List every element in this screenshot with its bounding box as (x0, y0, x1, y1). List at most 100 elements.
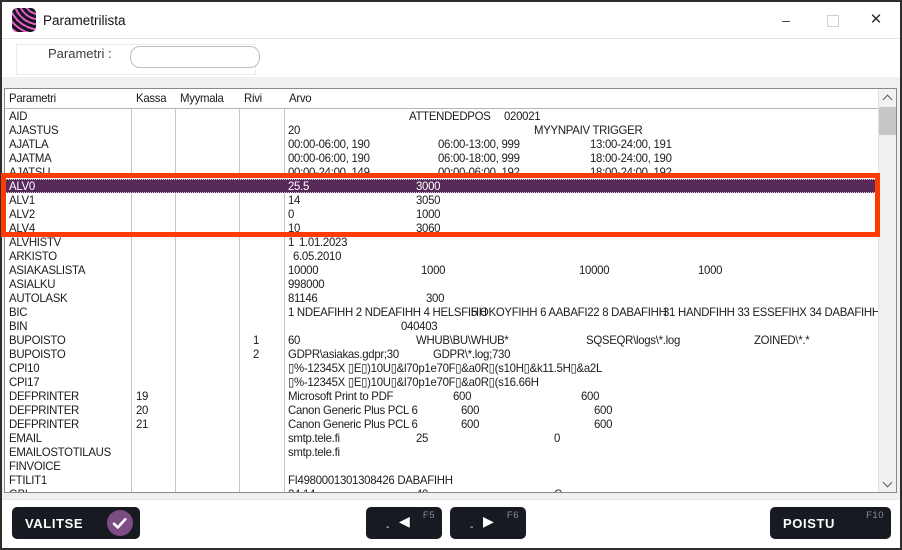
cell-arvo: 600 (581, 389, 599, 403)
cell-parametri: ALV1 (9, 193, 35, 207)
table-row[interactable]: ALV4103060 (5, 221, 877, 235)
cell-parametri: ALVHISTV (9, 235, 61, 249)
cell-arvo: 10000 (579, 263, 609, 277)
table-row[interactable]: FINVOICE (5, 459, 877, 473)
app-icon (12, 8, 36, 32)
table-row[interactable]: CPI10▯%-12345X ▯E▯)10U▯&l70p1e70F▯&a0R▯(… (5, 361, 877, 375)
cell-parametri: DEFPRINTER (9, 417, 79, 431)
cell-arvo: 20 (288, 123, 300, 137)
minimize-button[interactable]: – (766, 2, 806, 38)
cell-arvo: 5 OKOYFIHH 6 AABAFI22 8 DABAFIHH (471, 305, 667, 319)
maximize-button[interactable] (812, 2, 852, 38)
table-row[interactable]: EMAILOSTOTILAUSsmtp.tele.fi (5, 445, 877, 459)
scroll-down-button[interactable] (879, 475, 896, 492)
next-button[interactable]: - ▶ F6 (450, 507, 526, 539)
valitse-button[interactable]: VALITSE (12, 507, 140, 539)
cell-parametri: BUPOISTO (9, 347, 65, 361)
table-row[interactable]: CPI17 ▯%-12345X ▯E▯)10U▯&l70p1e70F▯&a0R▯(… (5, 375, 877, 389)
cell-arvo: Canon Generic Plus PCL 6 (288, 417, 418, 431)
cell-arvo: 300 (426, 291, 444, 305)
table-row[interactable]: AJATLA00:00-06:00, 19006:00-13:00, 99913… (5, 137, 877, 151)
cell-parametri: CPI10 (9, 361, 39, 375)
vertical-scrollbar[interactable] (878, 89, 896, 492)
action-bar: VALITSE - ◀ F5 - ▶ F6 POISTU F10 (2, 499, 900, 548)
parameter-table[interactable]: ParametriKassaMyymalaRiviArvo AIDATTENDE… (4, 88, 897, 493)
table-row[interactable]: BIN040403 (5, 319, 877, 333)
cell-arvo: 81146 (288, 291, 317, 305)
table-row[interactable]: AUTOLASK81146300 (5, 291, 877, 305)
cell-arvo: 1 (288, 235, 294, 249)
cell-parametri: BIC (9, 305, 27, 319)
previous-button[interactable]: - ◀ F5 (366, 507, 442, 539)
cell-parametri: ALV0 (9, 179, 35, 193)
poistu-fkey-label: F10 (866, 510, 884, 521)
cell-parametri: AJATLA (9, 137, 48, 151)
cell-arvo: 998000 (288, 277, 324, 291)
maximize-icon (827, 15, 839, 27)
cell-parametri: ARKISTO (9, 249, 57, 263)
cell-arvo: 18:00-24:00, 190 (590, 151, 672, 165)
cell-arvo: FI4980001301308426 DABAFIHH (288, 473, 453, 487)
table-row[interactable]: BIC1 NDEAFIHH 2 NDEAFIHH 4 HELSFIHH5 OKO… (5, 305, 877, 319)
table-row[interactable]: ASIAKASLISTA100001000100001000 (5, 263, 877, 277)
cell-parametri: GBL (9, 487, 31, 493)
scroll-up-button[interactable] (879, 89, 896, 106)
cell-arvo: 13:00-24:00, 191 (590, 137, 672, 151)
cell-parametri: ASIAKASLISTA (9, 263, 85, 277)
cell-arvo: 600 (594, 417, 612, 431)
prev-fkey-label: F5 (423, 510, 435, 521)
table-row[interactable]: ALV1143050 (5, 193, 877, 207)
table-row[interactable]: DEFPRINTER21Canon Generic Plus PCL 66006… (5, 417, 877, 431)
cell-kassa: 21 (136, 417, 148, 431)
table-row[interactable]: ARKISTO6.05.2010 (5, 249, 877, 263)
cell-arvo: ▯%-12345X ▯E▯)10U▯&l70p1e70F▯&a0R▯(s16.6… (288, 375, 539, 389)
table-header: ParametriKassaMyymalaRiviArvo (5, 89, 879, 109)
cell-parametri: BIN (9, 319, 27, 333)
scrollbar-thumb[interactable] (879, 107, 896, 135)
arrow-left-icon: ◀ (399, 513, 410, 530)
table-row[interactable]: DEFPRINTER20Canon Generic Plus PCL 66006… (5, 403, 877, 417)
cell-arvo: MYYNPAIV TRIGGER (534, 123, 642, 137)
cell-kassa: 20 (136, 403, 148, 417)
arrow-right-icon: ▶ (483, 513, 494, 530)
table-row-selected[interactable]: ALV025.53000 (5, 179, 877, 193)
table-row[interactable]: BUPOISTO2GDPR\asiakas.gdpr;30GDPR\*.log;… (5, 347, 877, 361)
table-row[interactable]: ALVHISTV11.01.2023 (5, 235, 877, 249)
cell-arvo: 24.14 (288, 487, 315, 493)
cell-parametri: ALV2 (9, 207, 35, 221)
cell-arvo: 40 (416, 487, 428, 493)
close-button[interactable]: ✕ (856, 2, 896, 38)
table-row[interactable]: AJASTUS 20 MYYNPAIV TRIGGER (5, 123, 877, 137)
cell-arvo: 600 (594, 403, 612, 417)
cell-arvo: 00:00-06:00, 190 (288, 151, 370, 165)
cell-parametri: EMAILOSTOTILAUS (9, 445, 111, 459)
poistu-button[interactable]: POISTU F10 (770, 507, 891, 539)
table-row[interactable]: DEFPRINTER19Microsoft Print to PDF600600 (5, 389, 877, 403)
cell-rivi: 1 (253, 333, 259, 347)
cell-arvo: 25.5 (288, 179, 309, 193)
table-row[interactable]: AIDATTENDEDPOS020021 (5, 109, 877, 123)
cell-arvo: 600 (453, 389, 471, 403)
cell-arvo: 600 (461, 403, 479, 417)
table-row[interactable]: BUPOISTO160WHUB\BU\WHUB*SQSEQR\logs\*.lo… (5, 333, 877, 347)
cell-arvo: 60 (288, 333, 300, 347)
parameter-input[interactable] (130, 46, 260, 68)
table-row[interactable]: FTILIT1FI4980001301308426 DABAFIHH (5, 473, 877, 487)
table-row[interactable]: ALV201000 (5, 207, 877, 221)
cell-parametri: AJASTUS (9, 123, 58, 137)
table-row[interactable]: AJATMA00:00-06:00, 19006:00-18:00, 99918… (5, 151, 877, 165)
table-row[interactable]: GBL 24.14 40 C (5, 487, 877, 493)
cell-arvo: 18:00-24:00, 192 (590, 165, 672, 179)
cell-arvo: ATTENDEDPOS (409, 109, 491, 123)
cell-arvo: GDPR\*.log;730 (433, 347, 510, 361)
table-row[interactable]: ASIALKU998000 (5, 277, 877, 291)
cell-parametri: FINVOICE (9, 459, 61, 473)
cell-arvo: 06:00-18:00, 999 (438, 151, 520, 165)
cell-arvo: C (554, 487, 562, 493)
column-header-kassa: Kassa (136, 91, 166, 105)
cell-parametri: CPI17 (9, 375, 39, 389)
cell-arvo: 1000 (416, 207, 440, 221)
table-row[interactable]: EMAILsmtp.tele.fi250 (5, 431, 877, 445)
table-row[interactable]: AJATSU00:00-24:00, 14900:00-06:00, 19218… (5, 165, 877, 179)
cell-arvo: GDPR\asiakas.gdpr;30 (288, 347, 399, 361)
